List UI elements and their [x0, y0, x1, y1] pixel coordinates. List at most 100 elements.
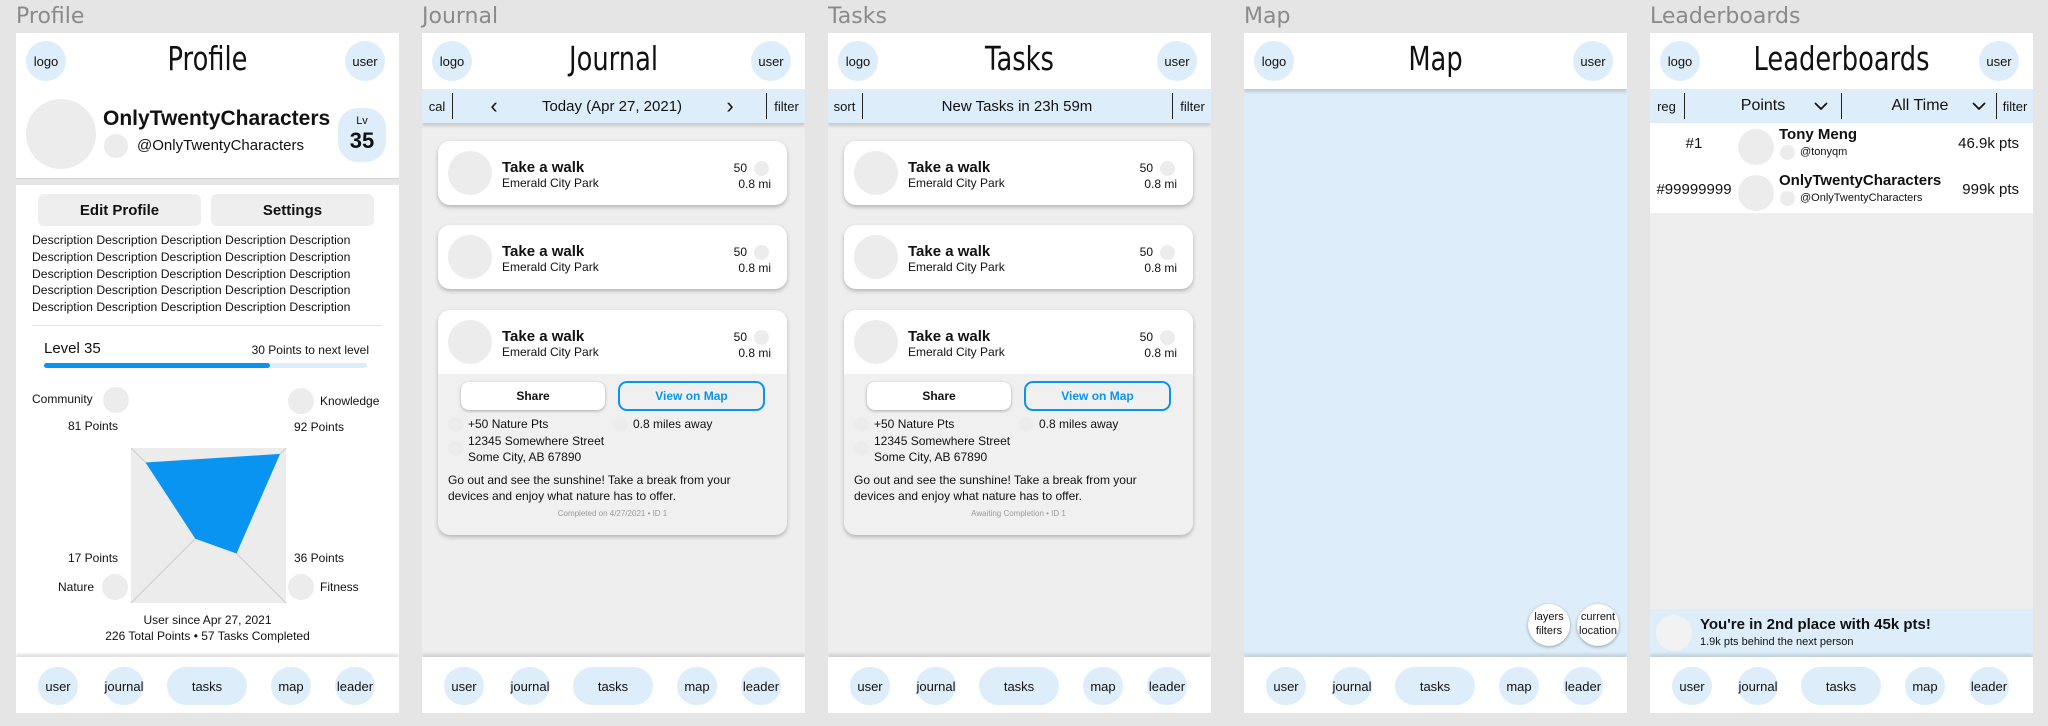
- header: logo Profile user: [16, 33, 399, 89]
- nav-tasks[interactable]: tasks: [167, 667, 247, 705]
- bottom-nav: user journal tasks map leader: [422, 657, 805, 713]
- player-points: 999k pts: [1962, 181, 2019, 198]
- leaderboard-row[interactable]: #1 Tony Meng @tonyqm 46.9k pts: [1650, 123, 2033, 167]
- task-location: Emerald City Park: [502, 260, 599, 274]
- task-image: [854, 151, 898, 195]
- nav-map[interactable]: map: [1083, 667, 1123, 705]
- settings-button[interactable]: Settings: [211, 194, 374, 226]
- task-name: Take a walk: [908, 243, 991, 260]
- nav-user[interactable]: user: [38, 667, 78, 705]
- nav-leader[interactable]: leader: [741, 667, 781, 705]
- miles-away-text: 0.8 miles away: [1039, 417, 1119, 431]
- task-description-2: devices and enjoy what nature has to off…: [854, 489, 1082, 503]
- filter-button[interactable]: filter: [1174, 89, 1211, 123]
- map-canvas[interactable]: [1244, 89, 1627, 657]
- page-title: Journal: [568, 39, 659, 78]
- level-badge: Lv 35: [338, 108, 386, 162]
- chevron-right-icon[interactable]: ›: [720, 89, 740, 123]
- nav-journal[interactable]: journal: [510, 667, 550, 705]
- nav-leader[interactable]: leader: [335, 667, 375, 705]
- chevron-down-icon[interactable]: [1972, 101, 1986, 111]
- task-distance: 0.8 mi: [738, 177, 771, 191]
- nav-map[interactable]: map: [1499, 667, 1539, 705]
- share-button[interactable]: Share: [461, 382, 605, 410]
- view-on-map-button[interactable]: View on Map: [1024, 381, 1171, 411]
- player-name: OnlyTwentyCharacters: [1779, 172, 1942, 189]
- nav-tasks[interactable]: tasks: [573, 667, 653, 705]
- nav-user[interactable]: user: [1672, 667, 1712, 705]
- layers-filters-button[interactable]: layers filters: [1528, 604, 1570, 646]
- nav-journal[interactable]: journal: [1738, 667, 1778, 705]
- share-button[interactable]: Share: [867, 382, 1011, 410]
- address-line-1: 12345 Somewhere Street: [468, 434, 605, 448]
- region-button[interactable]: reg: [1650, 89, 1683, 123]
- user-button[interactable]: user: [345, 41, 385, 81]
- task-card[interactable]: Take a walk Emerald City Park 50 0.8 mi: [438, 141, 787, 205]
- task-description-2: devices and enjoy what nature has to off…: [448, 489, 676, 503]
- nav-leader[interactable]: leader: [1563, 667, 1603, 705]
- leaderboard-row[interactable]: #99999999 OnlyTwentyCharacters @OnlyTwen…: [1650, 169, 2033, 213]
- nature-points-text: +50 Nature Pts: [468, 417, 549, 431]
- nav-user[interactable]: user: [850, 667, 890, 705]
- user-button[interactable]: user: [1573, 41, 1613, 81]
- journal-screen: logo Journal user cal ‹ Today (Apr 27, 2…: [422, 33, 805, 713]
- task-card-expanded[interactable]: Take a walk Emerald City Park 50 0.8 mi …: [438, 310, 787, 535]
- filters-label: filters: [1535, 625, 1563, 637]
- nav-journal[interactable]: journal: [916, 667, 956, 705]
- calendar-button[interactable]: cal: [422, 89, 452, 123]
- task-card[interactable]: Take a walk Emerald City Park 50 0.8 mi: [844, 141, 1193, 205]
- level-progress-fill: [44, 363, 271, 368]
- chevron-left-icon[interactable]: ‹: [484, 89, 504, 123]
- filter-button[interactable]: filter: [768, 89, 805, 123]
- task-points: 50: [1139, 330, 1153, 344]
- address-line-2: Some City, AB 67890: [874, 450, 988, 464]
- user-button[interactable]: user: [751, 41, 791, 81]
- task-card[interactable]: Take a walk Emerald City Park 50 0.8 mi: [438, 225, 787, 289]
- page-title: Leaderboards: [1753, 39, 1930, 78]
- task-card-expanded[interactable]: Take a walk Emerald City Park 50 0.8 mi …: [844, 310, 1193, 535]
- nav-journal[interactable]: journal: [104, 667, 144, 705]
- layers-label: layers: [1534, 611, 1564, 623]
- description-line: Description Description Description Desc…: [32, 283, 351, 298]
- chevron-down-icon[interactable]: [1814, 101, 1828, 111]
- nature-points-icon: [448, 417, 463, 432]
- nav-leader[interactable]: leader: [1969, 667, 2009, 705]
- nav-user[interactable]: user: [444, 667, 484, 705]
- nav-tasks[interactable]: tasks: [979, 667, 1059, 705]
- current-location-button[interactable]: current location: [1577, 604, 1619, 646]
- points-icon: [1160, 245, 1175, 260]
- task-points: 50: [733, 330, 747, 344]
- address-line-2: Some City, AB 67890: [468, 450, 582, 464]
- nature-points: 17 Points: [68, 551, 119, 565]
- nav-tasks[interactable]: tasks: [1801, 667, 1881, 705]
- player-handle: @tonyqm: [1800, 146, 1848, 158]
- nav-tasks[interactable]: tasks: [1395, 667, 1475, 705]
- filter-button[interactable]: filter: [1997, 89, 2033, 123]
- header: logo Map user: [1244, 33, 1627, 89]
- sort-button[interactable]: sort: [828, 89, 861, 123]
- user-button[interactable]: user: [1979, 41, 2019, 81]
- distance-icon: [613, 417, 628, 432]
- nav-map[interactable]: map: [677, 667, 717, 705]
- task-image: [854, 320, 898, 364]
- frame-label-journal: Journal: [422, 4, 499, 29]
- nav-journal[interactable]: journal: [1332, 667, 1372, 705]
- distance-icon: [1019, 417, 1034, 432]
- nav-leader[interactable]: leader: [1147, 667, 1187, 705]
- task-card[interactable]: Take a walk Emerald City Park 50 0.8 mi: [844, 225, 1193, 289]
- divider: [32, 325, 382, 326]
- bottom-nav: user journal tasks map leader: [1650, 657, 2033, 713]
- edit-profile-button[interactable]: Edit Profile: [38, 194, 201, 226]
- page-title: Tasks: [985, 39, 1054, 78]
- view-on-map-button[interactable]: View on Map: [618, 381, 765, 411]
- leaderboards-screen: logo Leaderboards user reg Points All Ti…: [1650, 33, 2033, 713]
- nav-map[interactable]: map: [1905, 667, 1945, 705]
- task-points: 50: [1139, 161, 1153, 175]
- nav-user[interactable]: user: [1266, 667, 1306, 705]
- user-button[interactable]: user: [1157, 41, 1197, 81]
- description-line: Description Description Description Desc…: [32, 233, 351, 247]
- nav-map[interactable]: map: [271, 667, 311, 705]
- tasks-screen: logo Tasks user sort New Tasks in 23h 59…: [828, 33, 1211, 713]
- address-line-1: 12345 Somewhere Street: [874, 434, 1011, 448]
- frame-label-tasks: Tasks: [828, 4, 887, 29]
